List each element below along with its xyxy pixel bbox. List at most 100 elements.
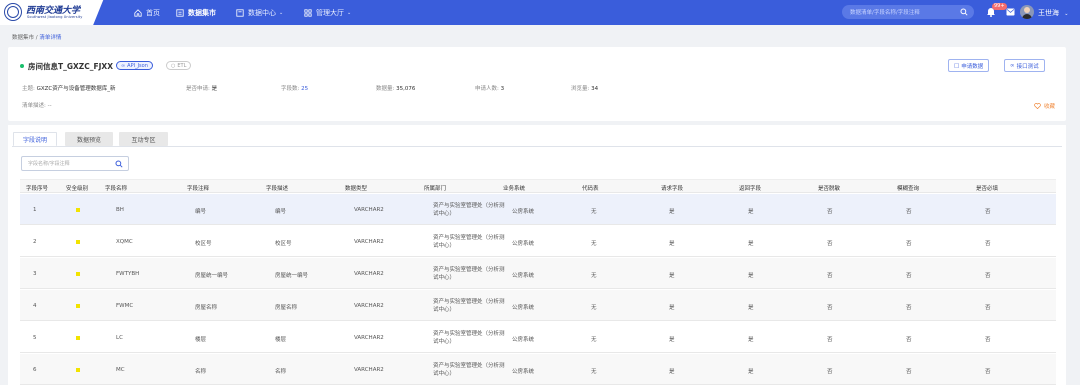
security-level-indicator xyxy=(76,208,80,212)
table-row[interactable]: 2 XQMC 校区号 校区号 VARCHAR2 资产与实验室管理处（分析测试中心… xyxy=(20,226,1056,257)
cell-type: VARCHAR2 xyxy=(354,239,384,245)
column-header[interactable]: 字段名称 xyxy=(105,184,127,192)
cell-mask: 否 xyxy=(827,337,833,343)
cell-name: FWTYBH xyxy=(116,271,140,277)
table-row[interactable]: 4 FWMC 房屋名称 房屋名称 VARCHAR2 资产与实验室管理处（分析测试… xyxy=(20,290,1056,321)
dataset-description: 清单描述: -- xyxy=(22,101,52,109)
breadcrumb-root[interactable]: 数据集市 xyxy=(12,35,34,41)
cell-dept: 资产与实验室管理处（分析测试中心） xyxy=(433,299,505,313)
cell-fuzzy: 否 xyxy=(906,241,912,247)
cell-required: 否 xyxy=(985,337,991,343)
cell-desc: 楼层 xyxy=(275,337,287,343)
security-level-indicator xyxy=(76,304,80,308)
global-search-input[interactable]: 数据清单/字段名称/字段注释 xyxy=(842,5,974,19)
cell-req: 是 xyxy=(669,273,675,279)
cell-ret: 是 xyxy=(748,337,754,343)
nav-data-center[interactable]: 数据中心 ⌄ xyxy=(236,0,283,25)
tag-etl-label: ETL xyxy=(177,62,187,69)
table-row[interactable]: 3 FWTYBH 房屋统一编号 房屋统一编号 VARCHAR2 资产与实验室管理… xyxy=(20,258,1056,289)
security-level-indicator xyxy=(76,368,80,372)
nav-management-label: 管理大厅 xyxy=(316,8,344,17)
circle-icon: ○ xyxy=(171,62,176,69)
column-header[interactable]: 安全级别 xyxy=(66,184,88,192)
apply-data-button[interactable]: □ 申请数据 xyxy=(948,59,990,72)
desc-value: -- xyxy=(47,103,52,109)
column-header[interactable]: 业务系统 xyxy=(503,184,525,192)
cell-type: VARCHAR2 xyxy=(354,271,384,277)
message-icon[interactable] xyxy=(1006,8,1015,16)
cell-required: 否 xyxy=(985,273,991,279)
tab-data-preview[interactable]: 数据预览 xyxy=(65,132,113,146)
cell-no: 5 xyxy=(33,335,37,341)
column-header[interactable]: 是否脱敏 xyxy=(818,184,840,192)
field-search-input[interactable]: 字段名称/字段注释 xyxy=(21,156,129,171)
cell-ret: 是 xyxy=(748,369,754,375)
column-header[interactable]: 字段注释 xyxy=(187,184,209,192)
search-icon[interactable] xyxy=(960,8,968,16)
nav-home[interactable]: 首页 xyxy=(134,0,160,25)
tag-api-label: API_Json xyxy=(127,62,148,69)
cell-required: 否 xyxy=(985,369,991,375)
tab-field-description[interactable]: 字段说明 xyxy=(13,132,57,146)
cell-desc: 名称 xyxy=(275,369,287,375)
university-logo[interactable]: 西南交通大学 Southwest Jiaotong University xyxy=(0,0,110,25)
table-row[interactable]: 1 BH 编号 编号 VARCHAR2 资产与实验室管理处（分析测试中心） 公房… xyxy=(20,194,1056,225)
cell-comment: 名称 xyxy=(195,369,207,375)
favorite-button[interactable]: 收藏 xyxy=(1034,102,1055,110)
column-header[interactable]: 是否必填 xyxy=(976,184,998,192)
user-avatar[interactable] xyxy=(1020,5,1034,19)
meta-field-count-value: 25 xyxy=(301,86,309,92)
cell-type: VARCHAR2 xyxy=(354,335,384,341)
api-test-button[interactable]: ∞ 接口测试 xyxy=(1004,59,1045,72)
cell-name: XQMC xyxy=(116,239,133,245)
column-header[interactable]: 字段描述 xyxy=(266,184,288,192)
cell-system: 公房系统 xyxy=(512,241,535,247)
cell-system: 公房系统 xyxy=(512,305,535,311)
cell-no: 1 xyxy=(33,207,37,213)
column-header[interactable]: 模糊查询 xyxy=(897,184,919,192)
cell-code: 无 xyxy=(591,369,597,375)
nav-data-market-label: 数据集市 xyxy=(188,8,216,17)
column-header[interactable]: 所属部门 xyxy=(424,184,446,192)
nav-home-label: 首页 xyxy=(146,8,160,17)
meta-views-label: 浏览量: xyxy=(571,86,590,92)
cell-desc: 编号 xyxy=(275,209,287,215)
nav-management[interactable]: 管理大厅 ⌄ xyxy=(304,0,351,25)
user-menu[interactable]: 王世海 ⌄ xyxy=(1038,8,1068,18)
column-header[interactable]: 字段序号 xyxy=(26,184,48,192)
cell-ret: 是 xyxy=(748,305,754,311)
cell-comment: 楼层 xyxy=(195,337,207,343)
cell-required: 否 xyxy=(985,305,991,311)
cell-code: 无 xyxy=(591,241,597,247)
tab-divider xyxy=(12,146,1062,147)
cell-comment: 编号 xyxy=(195,209,207,215)
nav-data-market[interactable]: 数据集市 xyxy=(176,0,216,25)
cell-fuzzy: 否 xyxy=(906,273,912,279)
table-row[interactable]: 5 LC 楼层 楼层 VARCHAR2 资产与实验室管理处（分析测试中心） 公房… xyxy=(20,322,1056,353)
meta-need-apply: 是否申请: 是 xyxy=(186,84,217,92)
column-header[interactable]: 返回字段 xyxy=(739,184,761,192)
apply-data-label: 申请数据 xyxy=(961,63,984,70)
dataset-info-card: 房间信息T_GXZC_FJXX ∞ API_Json ○ ETL □ 申请数据 … xyxy=(8,47,1066,121)
cell-mask: 否 xyxy=(827,369,833,375)
column-header[interactable]: 请求字段 xyxy=(661,184,683,192)
cell-desc: 房屋统一编号 xyxy=(275,273,309,279)
search-icon[interactable] xyxy=(115,160,123,168)
cell-req: 是 xyxy=(669,241,675,247)
cell-code: 无 xyxy=(591,209,597,215)
heart-icon xyxy=(1034,103,1041,109)
table-header: 字段序号 安全级别 字段名称 字段注释 字段描述 数据类型 所属部门 业务系统 … xyxy=(20,179,1056,193)
column-header[interactable]: 数据类型 xyxy=(345,184,367,192)
api-test-label: 接口测试 xyxy=(1016,63,1039,70)
cell-no: 6 xyxy=(33,367,37,373)
cell-ret: 是 xyxy=(748,241,754,247)
grid-icon xyxy=(304,8,312,17)
cell-system: 公房系统 xyxy=(512,209,535,215)
column-header[interactable]: 代码表 xyxy=(582,184,599,192)
meta-need-apply-label: 是否申请: xyxy=(186,86,210,92)
cell-type: VARCHAR2 xyxy=(354,303,384,309)
tab-interaction[interactable]: 互动专区 xyxy=(119,132,168,146)
meta-views-value: 34 xyxy=(591,86,599,92)
cell-code: 无 xyxy=(591,337,597,343)
table-row[interactable]: 6 MC 名称 名称 VARCHAR2 资产与实验室管理处（分析测试中心） 公房… xyxy=(20,354,1056,385)
